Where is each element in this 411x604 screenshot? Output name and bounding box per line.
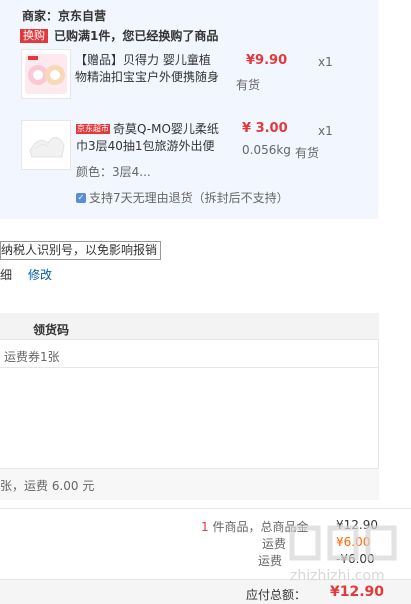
stock-status: 有货 — [295, 146, 320, 160]
freight-summary: 张，运费 6.00 元 — [0, 479, 95, 493]
shipping-label: 运费 — [262, 537, 287, 551]
column-header-code: 领货码 — [33, 323, 70, 337]
invoice-detail: 细 — [0, 268, 13, 282]
swap-notice: 换购 已购满1件，您已经换购了商品 — [20, 27, 218, 44]
return-policy: ✓ 支持7天无理由退货（拆封后不支持） — [76, 189, 289, 206]
tax-id-tooltip: 纳税人识别号，以免影响报销 — [0, 241, 162, 260]
shipping-discount-label: 运费 — [258, 554, 283, 568]
product-price: ¥ 3.00 — [242, 121, 288, 136]
watermark-text: zhizhizhi.com — [290, 568, 385, 584]
merchant-label: 商家：京东自营 — [22, 9, 107, 23]
product-quantity: x1 — [318, 124, 333, 138]
return-policy-text: 支持7天无理由退货（拆封后不支持） — [89, 191, 289, 205]
product-thumbnail[interactable] — [21, 120, 71, 170]
product-quantity: x1 — [318, 55, 333, 69]
divider — [0, 508, 411, 509]
product-thumbnail[interactable] — [21, 49, 71, 99]
coupon-text: 运费券1张 — [4, 350, 60, 364]
item-count: 1 — [201, 520, 209, 534]
product-name[interactable]: 京东超市 奇莫Q-MO婴儿柔纸巾3层40抽1包旅游外出便 — [76, 121, 222, 155]
product-name[interactable]: 【赠品】贝得力 婴儿童植物精油扣宝宝户外便携随身 — [75, 52, 221, 86]
swap-badge: 换购 — [20, 28, 48, 43]
product-weight: 0.056kg — [242, 143, 291, 157]
watermark-logo: zhizhizhi.com — [289, 525, 397, 584]
product-price: ¥9.90 — [246, 53, 288, 68]
shield-icon: ✓ — [76, 192, 86, 203]
swap-text: 已购满1件，您已经换购了商品 — [54, 29, 219, 43]
stock-status: 有货 — [236, 78, 261, 92]
jd-supermarket-tag: 京东超市 — [76, 124, 110, 134]
modify-invoice-link[interactable]: 修改 — [28, 266, 52, 283]
product-variant: 颜色：3层4... — [76, 165, 151, 179]
